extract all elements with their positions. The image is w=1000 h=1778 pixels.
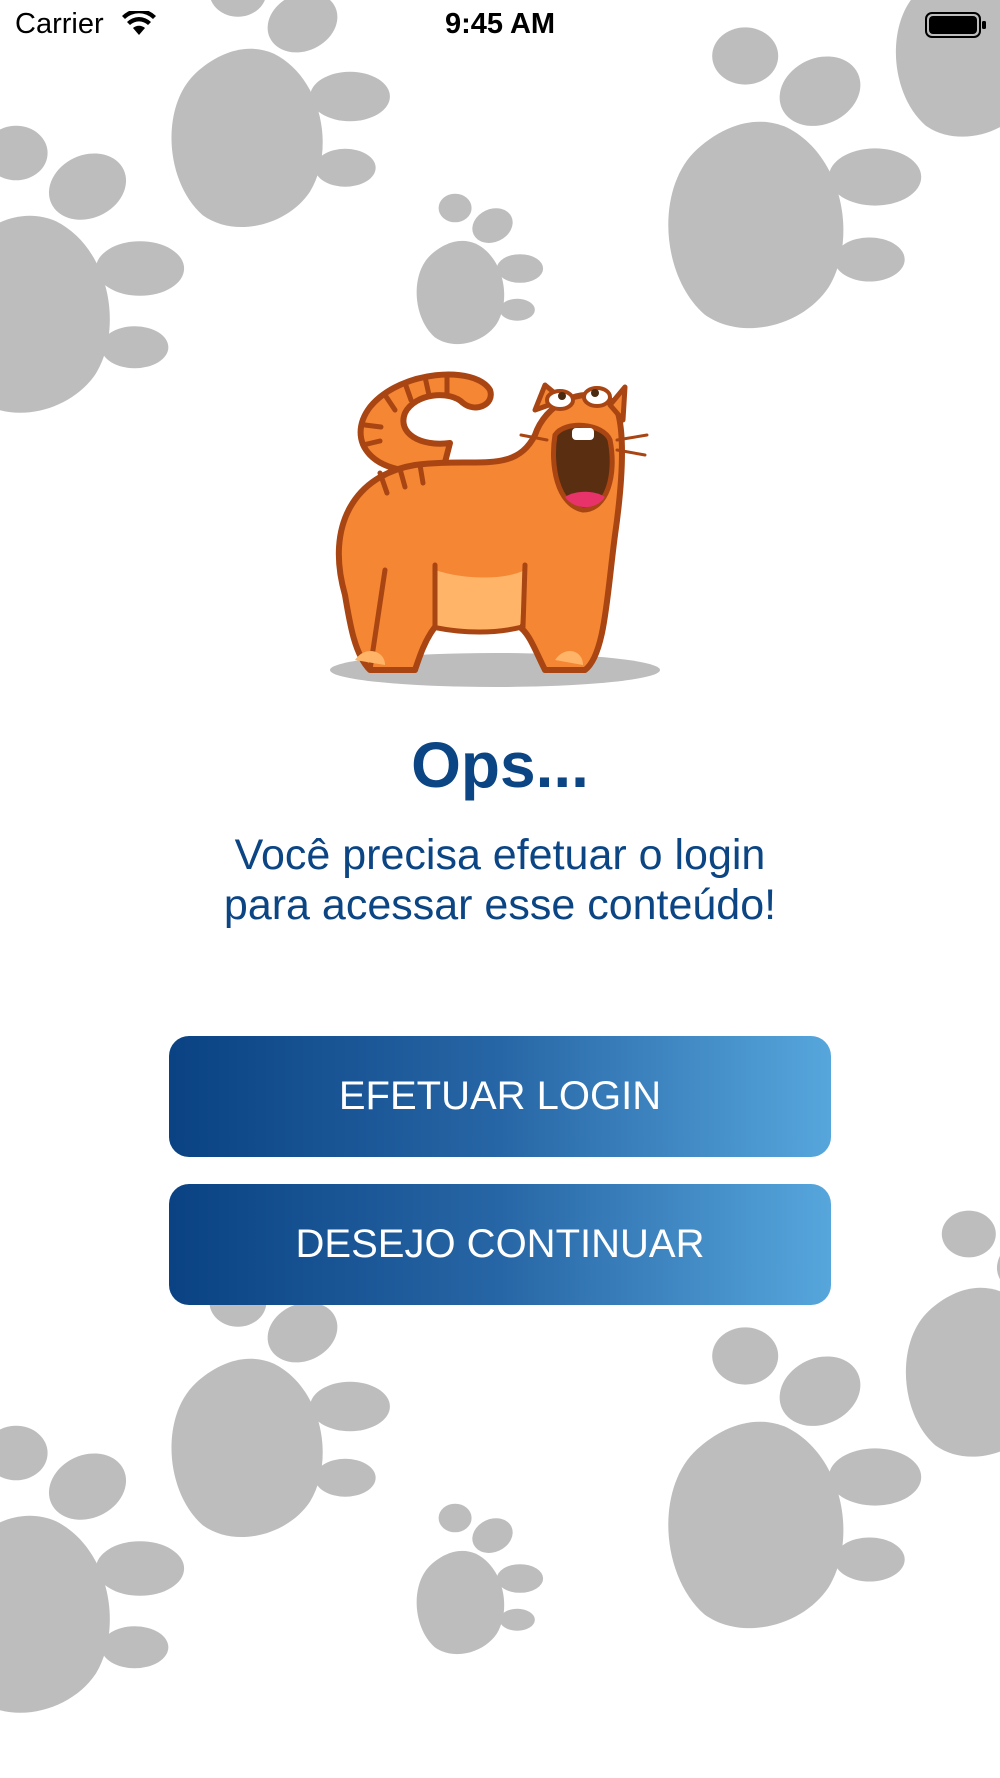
page-title: Ops... [411,729,589,801]
message-line-2: para acessar esse conteúdo! [223,881,777,929]
battery-full-icon [925,12,986,38]
clock-label: 9:45 AM [444,8,556,40]
continue-button[interactable]: DESEJO CONTINUAR [169,1184,831,1305]
login-required-message: Você precisa efetuar o login para acessa… [150,830,850,930]
login-button[interactable]: EFETUAR LOGIN [169,1036,831,1157]
continue-button-label: DESEJO CONTINUAR [295,1222,705,1266]
message-line-1: Você precisa efetuar o login [234,831,766,879]
login-required-screen: Carrier 9:45 AM Ops... Você precisa efet… [0,0,1000,1778]
status-bar: Carrier 9:45 AM [0,0,1000,50]
login-button-label: EFETUAR LOGIN [338,1074,662,1118]
yawning-cat-illustration [330,371,660,687]
